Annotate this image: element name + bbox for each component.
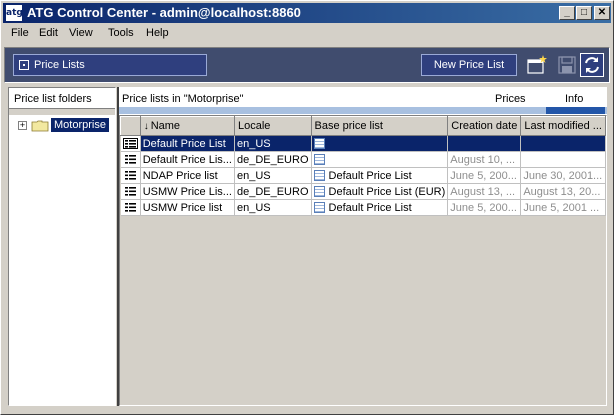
section-selector[interactable]: Price Lists (13, 54, 207, 76)
base-price-list-icon (313, 138, 325, 150)
application-window: atg ATG Control Center - admin@localhost… (0, 0, 614, 415)
row-icon-cell (120, 151, 141, 168)
new-window-icon[interactable] (525, 53, 549, 77)
tab-prices[interactable]: Prices (495, 93, 526, 105)
price-lists-header: Price lists in "Motorprise" Prices Info (119, 87, 607, 107)
row-base-price-list: Default Price List (311, 199, 449, 216)
new-price-list-button[interactable]: New Price List (421, 54, 517, 76)
row-creation-date: August 10, ... (447, 151, 522, 168)
row-base-label: Default Price List (328, 169, 412, 182)
tab-strip (119, 107, 607, 114)
folder-tree-panel: Price list folders + Motorprise (8, 87, 116, 406)
menu-bar: File Edit View Tools Help (3, 24, 611, 43)
price-lists-table: ↓ Name Locale Base price list Creation da… (120, 116, 606, 216)
menu-tools[interactable]: Tools (108, 27, 134, 39)
column-header-creation-date[interactable]: Creation date (447, 116, 522, 136)
price-lists-table-area: ↓ Name Locale Base price list Creation da… (119, 115, 607, 406)
price-lists-panel: Price lists in "Motorprise" Prices Info … (119, 87, 607, 406)
row-creation-date: June 5, 200... (447, 199, 522, 216)
row-creation-date: June 5, 200... (447, 167, 522, 184)
row-base-price-list (311, 135, 449, 152)
column-header-locale[interactable]: Locale (233, 116, 312, 136)
sort-arrow-icon: ↓ (143, 121, 149, 132)
row-name: Default Price List (140, 135, 235, 152)
tree-expand-icon[interactable]: + (18, 121, 27, 130)
row-creation-date: August 13, ... (447, 183, 522, 200)
menu-help[interactable]: Help (146, 27, 169, 39)
row-base-price-list (311, 151, 449, 168)
maximize-button[interactable]: □ (576, 6, 592, 20)
row-base-label: Default Price List (328, 201, 412, 214)
section-label: Price Lists (34, 59, 85, 71)
price-list-icon (123, 186, 138, 197)
column-header-name-label: Name (150, 120, 181, 132)
row-locale: en_US (234, 199, 312, 216)
column-header-base-price-list[interactable]: Base price list (310, 116, 449, 136)
atg-logo-icon: atg (6, 5, 23, 21)
row-last-modified: August 13, 20... (520, 183, 606, 200)
table-row[interactable]: USMW Price list en_US Default Price List… (120, 199, 606, 216)
row-icon-cell (120, 183, 141, 200)
price-lists-title: Price lists in "Motorprise" (122, 93, 244, 105)
row-base-label: Default Price List (EUR) (328, 185, 446, 198)
window-title: ATG Control Center - admin@localhost:886… (27, 5, 301, 20)
close-button[interactable]: ✕ (594, 6, 610, 20)
tab-info-indicator (546, 107, 605, 114)
tree-node-motorprise[interactable]: Motorprise (51, 118, 109, 132)
base-price-list-icon (313, 154, 325, 166)
tab-info[interactable]: Info (565, 93, 583, 105)
menu-view[interactable]: View (69, 27, 93, 39)
refresh-icon[interactable] (580, 53, 604, 77)
column-header-name[interactable]: ↓ Name (139, 116, 235, 136)
row-name: USMW Price list (140, 199, 235, 216)
price-list-icon (123, 154, 138, 165)
row-creation-date (447, 135, 522, 152)
folder-panel-header-bar (9, 108, 115, 115)
price-list-icon (123, 202, 138, 213)
toolbar: Price Lists New Price List (4, 47, 610, 83)
price-list-icon (122, 138, 138, 150)
table-header-row: ↓ Name Locale Base price list Creation da… (120, 116, 606, 136)
folder-icon (31, 120, 49, 132)
row-icon-cell (120, 199, 141, 216)
section-icon (19, 60, 29, 70)
menu-file[interactable]: File (11, 27, 29, 39)
row-last-modified: June 5, 2001 ... (520, 199, 606, 216)
row-base-price-list: Default Price List (EUR) (311, 183, 449, 200)
base-price-list-icon (313, 202, 325, 214)
column-header-icon[interactable] (120, 116, 141, 136)
price-list-icon (123, 170, 138, 181)
table-row[interactable]: NDAP Price list en_US Default Price List… (120, 167, 606, 184)
row-last-modified: June 30, 2001... (520, 167, 606, 184)
row-last-modified (520, 151, 606, 168)
base-price-list-icon (313, 170, 325, 182)
base-price-list-icon (313, 186, 325, 198)
save-icon[interactable] (555, 53, 579, 77)
row-name: USMW Price Lis... (140, 183, 235, 200)
column-header-last-modified[interactable]: Last modified ... (520, 116, 606, 136)
row-locale: en_US (234, 167, 312, 184)
row-icon-cell (120, 135, 141, 152)
row-name: Default Price Lis... (140, 151, 235, 168)
minimize-button[interactable]: _ (559, 6, 575, 20)
table-row[interactable]: USMW Price Lis... de_DE_EURO Default Pri… (120, 183, 606, 200)
row-name: NDAP Price list (140, 167, 235, 184)
row-locale: de_DE_EURO (234, 183, 312, 200)
table-row[interactable]: Default Price List en_US (120, 135, 606, 152)
folder-panel-title: Price list folders (9, 88, 115, 108)
title-bar[interactable]: atg ATG Control Center - admin@localhost… (3, 3, 611, 23)
row-locale: de_DE_EURO (234, 151, 312, 168)
table-row[interactable]: Default Price Lis... de_DE_EURO August 1… (120, 151, 606, 168)
row-locale: en_US (234, 135, 312, 152)
row-last-modified (520, 135, 606, 152)
row-icon-cell (120, 167, 141, 184)
menu-edit[interactable]: Edit (39, 27, 58, 39)
row-base-price-list: Default Price List (311, 167, 449, 184)
